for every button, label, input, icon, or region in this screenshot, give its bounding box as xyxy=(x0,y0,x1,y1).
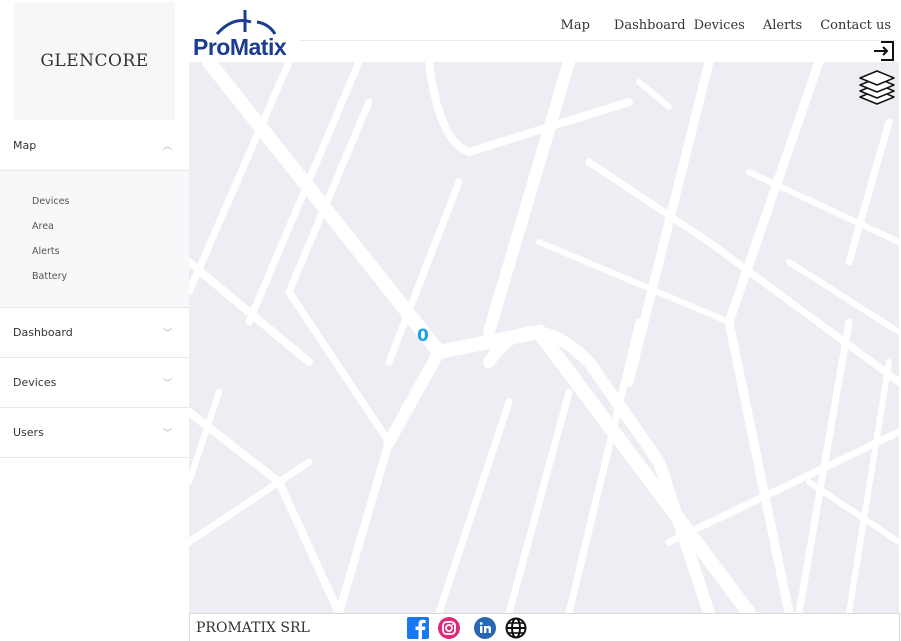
footer: PROMATIX SRL xyxy=(189,613,900,641)
client-logo-text: GLENCORE xyxy=(40,51,149,71)
sidebar-item-label: Users xyxy=(13,426,44,439)
sidebar: GLENCORE Map ︿ Devices Area Alerts Batte… xyxy=(0,0,189,641)
sidebar-item-devices[interactable]: Devices ﹀ xyxy=(0,358,189,408)
sidebar-item-dashboard[interactable]: Dashboard ﹀ xyxy=(0,308,189,358)
header-divider xyxy=(300,40,896,41)
instagram-icon[interactable] xyxy=(438,617,460,639)
top-navigation: Map Dashboard Devices Alerts Contact us xyxy=(543,18,891,38)
footer-company-name: PROMATIX SRL xyxy=(196,620,310,636)
facebook-icon[interactable] xyxy=(407,617,429,639)
nav-link-dashboard[interactable]: Dashboard xyxy=(614,18,686,38)
linkedin-icon[interactable] xyxy=(474,617,496,639)
sidebar-item-label: Devices xyxy=(13,376,57,389)
map-streets xyxy=(189,62,899,613)
submenu-item-area[interactable]: Area xyxy=(0,214,189,239)
client-logo: GLENCORE xyxy=(14,2,175,120)
map-submenu: Devices Area Alerts Battery xyxy=(0,171,189,308)
submenu-item-devices[interactable]: Devices xyxy=(0,189,189,214)
layers-icon[interactable] xyxy=(857,68,897,110)
chevron-down-icon: ﹀ xyxy=(162,329,172,339)
nav-link-devices[interactable]: Devices xyxy=(694,18,745,38)
map-canvas[interactable]: 0 xyxy=(189,62,899,613)
sidebar-item-map[interactable]: Map ︿ xyxy=(0,121,189,171)
sidebar-item-label: Map xyxy=(13,139,37,152)
nav-link-map[interactable]: Map xyxy=(561,18,590,38)
chevron-up-icon: ︿ xyxy=(162,142,172,152)
brand-logo[interactable]: ProMatix xyxy=(193,8,303,62)
sidebar-item-label: Dashboard xyxy=(13,326,73,339)
submenu-item-battery[interactable]: Battery xyxy=(0,264,189,289)
sidebar-item-users[interactable]: Users ﹀ xyxy=(0,408,189,458)
chevron-down-icon: ﹀ xyxy=(162,379,172,389)
submenu-item-alerts[interactable]: Alerts xyxy=(0,239,189,264)
chevron-down-icon: ﹀ xyxy=(162,429,172,439)
logout-icon[interactable] xyxy=(872,40,896,62)
globe-icon[interactable] xyxy=(505,617,527,639)
device-cluster-marker[interactable]: 0 xyxy=(417,326,429,346)
nav-link-contact[interactable]: Contact us xyxy=(820,18,891,38)
brand-name: ProMatix xyxy=(193,34,287,60)
nav-link-alerts[interactable]: Alerts xyxy=(763,18,802,38)
